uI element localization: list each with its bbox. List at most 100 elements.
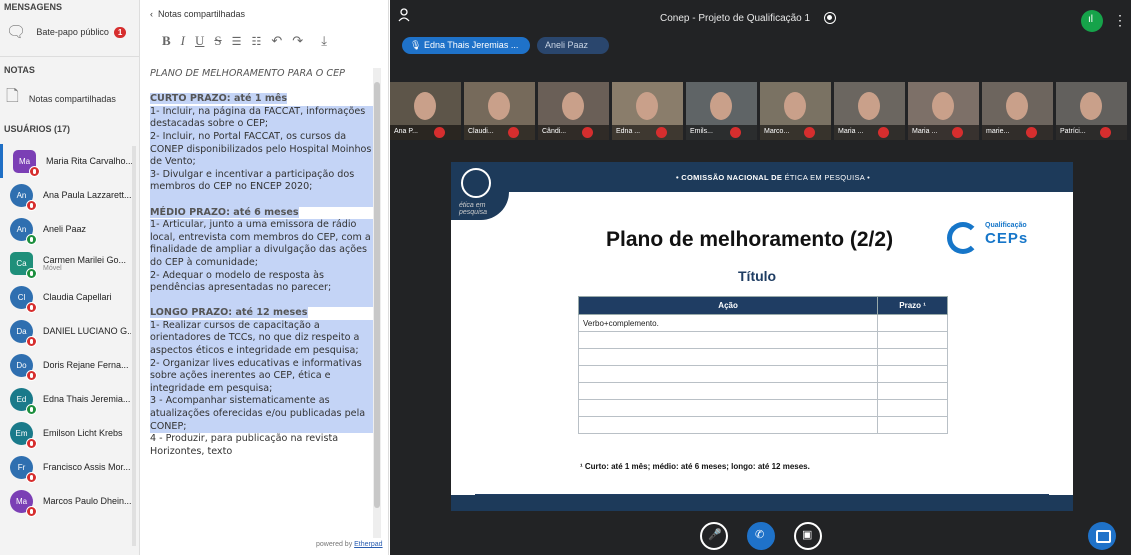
deadline-cell — [877, 348, 948, 366]
user-name-block: Francisco Assis Mor... — [43, 462, 131, 472]
webcam-tile[interactable]: Maria ... — [834, 82, 905, 140]
strikethrough-button[interactable]: S — [214, 33, 221, 49]
more-options-icon[interactable]: ⋮ — [1113, 12, 1127, 29]
webcam-tile[interactable]: Maria ... — [908, 82, 979, 140]
notes-scroll-thumb[interactable] — [374, 82, 380, 508]
user-list-item[interactable]: Ma Maria Rita Carvalho... — [0, 144, 140, 178]
mic-on-icon — [26, 233, 37, 245]
deadline-cell — [877, 331, 948, 349]
mute-button[interactable]: 🎤 — [700, 522, 728, 550]
user-name-block: Doris Rejane Ferna... — [43, 360, 131, 370]
user-name-block: Maria Rita Carvalho... — [46, 156, 134, 166]
action-cell — [577, 416, 879, 434]
avatar: Ed — [10, 387, 37, 415]
notes-editor[interactable]: PLANO DE MELHORAMENTO PARA O CEP CURTO P… — [150, 68, 380, 538]
deadline-cell — [877, 382, 948, 400]
connection-status-icon[interactable] — [1081, 10, 1103, 32]
unordered-list-icon[interactable]: ☷ — [252, 35, 262, 48]
underline-button[interactable]: U — [195, 33, 204, 49]
webcam-tile[interactable]: Marco... — [760, 82, 831, 140]
user-list-item[interactable]: Cl Claudia Capellari — [0, 280, 140, 314]
user-list-scrollbar[interactable] — [132, 146, 136, 546]
webcam-tile[interactable]: Emils... — [686, 82, 757, 140]
audio-button[interactable]: ✆ — [747, 522, 775, 550]
shared-notes-label: Notas compartilhadas — [28, 93, 116, 104]
talking-name: Aneli Paaz — [545, 40, 589, 50]
ethics-logo-text: ética em pesquisa — [459, 202, 488, 216]
notes-panel-title: Notas compartilhadas — [158, 9, 246, 19]
camera-off-icon: ▣ — [802, 529, 813, 541]
record-icon[interactable] — [824, 12, 836, 24]
talking-indicator: 🎙 Edna Thais Jeremias ... — [402, 37, 530, 54]
user-icon[interactable] — [398, 8, 410, 22]
user-name: DANIEL LUCIANO G... — [43, 326, 131, 336]
talking-name: Edna Thais Jeremias ... — [423, 40, 519, 50]
user-list-item[interactable]: Da DANIEL LUCIANO G... — [0, 314, 140, 348]
user-list-item[interactable]: Do Doris Rejane Ferna... — [0, 348, 140, 382]
user-list-item[interactable]: Ma Marcos Paulo Dhein... — [0, 484, 140, 518]
undo-icon[interactable]: ↶ — [271, 33, 282, 49]
banner-text: • COMISSÃO NACIONAL DE ÉTICA EM PESQUISA… — [676, 173, 870, 182]
public-chat-label: Bate-papo público — [36, 27, 109, 37]
mic-muted-icon — [730, 127, 741, 138]
deadline-cell — [877, 314, 948, 332]
italic-button[interactable]: I — [181, 33, 185, 49]
mic-muted-icon — [26, 505, 37, 517]
user-list-item[interactable]: An Aneli Paaz — [0, 212, 140, 246]
user-name-block: Aneli Paaz — [43, 224, 131, 234]
webcam-name: Ana P... — [390, 125, 461, 140]
notes-scrollbar[interactable] — [373, 68, 381, 538]
deadline-cell — [877, 399, 948, 417]
user-list-item[interactable]: Ca Carmen Marilei Go... Móvel — [0, 246, 140, 280]
mic-muted-icon — [508, 127, 519, 138]
trailing-item: 4 - Produzir, para publicação na revista… — [150, 433, 342, 457]
avatar-initials: Ma — [18, 156, 31, 166]
banner-rest: ÉTICA EM PESQUISA • — [782, 173, 871, 182]
webcam-tile[interactable]: Patríci... — [1056, 82, 1127, 140]
back-link[interactable]: ‹ Notas compartilhadas — [140, 0, 388, 28]
mic-muted-icon — [434, 127, 445, 138]
webcam-tile[interactable]: Cândi... — [538, 82, 609, 140]
user-name-block: Carmen Marilei Go... Móvel — [43, 255, 131, 272]
medium-term-heading: MÉDIO PRAZO: até 6 meses — [150, 206, 299, 218]
avatar-initials: An — [16, 190, 27, 200]
mic-muted-icon — [1026, 127, 1037, 138]
avatar-initials: Do — [16, 360, 27, 370]
presentation-button[interactable] — [1088, 522, 1116, 550]
user-name: Francisco Assis Mor... — [43, 462, 131, 472]
user-name: Carmen Marilei Go... — [43, 254, 127, 265]
table-row — [577, 331, 948, 349]
webcam-name: Maria ... — [908, 125, 979, 140]
webcam-name: Edna ... — [612, 125, 683, 140]
participant-video — [710, 92, 732, 120]
user-list-item[interactable]: An Ana Paula Lazzarett... — [0, 178, 140, 212]
table-row — [577, 382, 948, 400]
participant-video — [932, 92, 954, 120]
action-cell: Verbo+complemento. — [577, 314, 879, 332]
redo-icon[interactable]: ↷ — [292, 33, 303, 49]
mic-muted-icon — [1100, 127, 1111, 138]
user-device: Móvel — [43, 264, 62, 272]
shared-notes-item[interactable]: 🗋 Notas compartilhadas — [0, 77, 139, 116]
user-list-item[interactable]: Fr Francisco Assis Mor... — [0, 450, 140, 484]
webcam-tile[interactable]: Edna ... — [612, 82, 683, 140]
user-list-item[interactable]: Ed Edna Thais Jeremia... — [0, 382, 140, 416]
user-name-block: Marcos Paulo Dhein... — [43, 496, 131, 506]
export-icon[interactable]: ⤓ — [321, 33, 327, 49]
user-name: Maria Rita Carvalho... — [46, 156, 134, 166]
notes-icon: 🗋 — [6, 88, 19, 105]
etherpad-link[interactable]: Etherpad — [354, 541, 382, 548]
public-chat-item[interactable]: 🗨 Bate-papo público 1 — [0, 14, 139, 46]
user-list-item[interactable]: Em Emilson Licht Krebs — [0, 416, 140, 450]
ordered-list-icon[interactable]: ☰ — [232, 35, 242, 48]
webcam-tile[interactable]: marie... — [982, 82, 1053, 140]
banner-bold: • COMISSÃO NACIONAL DE — [676, 173, 783, 182]
mic-on-icon — [26, 403, 37, 415]
avatar-initials: An — [16, 224, 27, 234]
webcam-tile[interactable]: Claudi... — [464, 82, 535, 140]
slide-title: Plano de melhoramento (2/2) — [606, 228, 894, 251]
webcam-button[interactable]: ▣ — [794, 522, 822, 550]
bold-button[interactable]: B — [162, 33, 171, 49]
webcam-tile[interactable]: Ana P... — [390, 82, 461, 140]
mic-muted-icon — [26, 335, 37, 347]
